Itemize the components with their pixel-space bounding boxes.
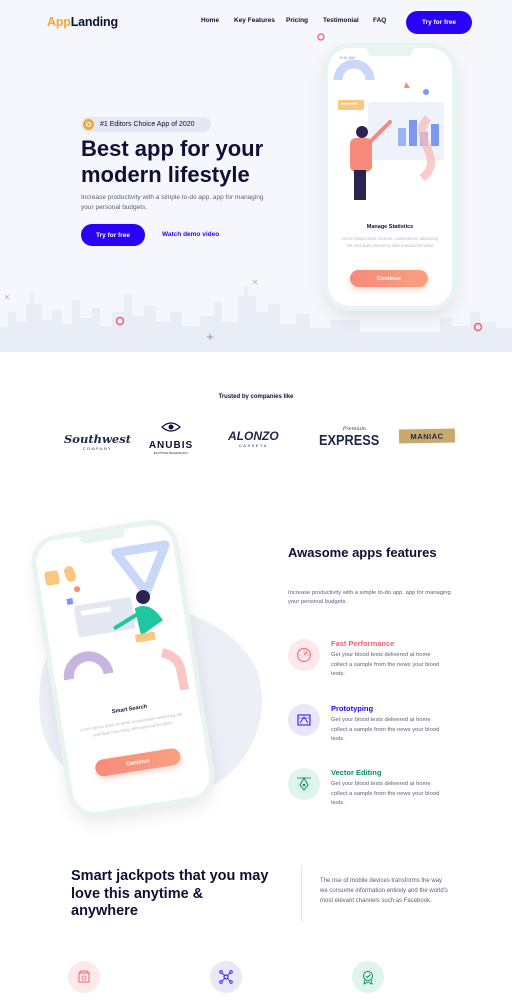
editors-choice-badge: #1 Editors Choice App of 2020: [81, 117, 211, 132]
brand-logo-maniac: MANIAC: [398, 428, 456, 444]
shop-icon: [68, 961, 100, 993]
brand-name: Southwest: [64, 432, 132, 446]
brand-logo-anubis: ANUBIS EGYPTIAN TECHNOLOGY: [148, 420, 194, 455]
feature-text: Get your blood tests delivered at home c…: [331, 717, 440, 742]
brand-sub: COMPANY: [82, 447, 113, 451]
brand-sub: CASSETA: [238, 443, 268, 448]
eye-icon: [161, 422, 181, 432]
feature-fast-performance: Fast Performance Get your blood tests de…: [288, 639, 468, 689]
jackpots-text: The rise of mobile devices transforms th…: [320, 878, 448, 904]
phone-screen-title: Manage Statistics: [366, 224, 414, 230]
brand-logo-express: Premium EXPRESS: [319, 426, 390, 449]
watch-demo-link[interactable]: Watch demo video: [162, 231, 219, 238]
badge-text: #1 Editors Choice App of 2020: [100, 121, 195, 128]
phone-screen-text: Lorem ipsum dolor sit amet, consectetuer…: [341, 236, 439, 248]
feature-text: Get your blood tests delivered at home c…: [331, 652, 440, 677]
hero-description: Increase productivity with a simple to-d…: [81, 194, 264, 211]
blueprint-icon: [288, 704, 320, 736]
hero-try-free-button[interactable]: Try for free: [81, 224, 145, 246]
search-illustration: [44, 540, 194, 702]
trusted-title: Trusted by companies like: [218, 394, 294, 400]
brand-name: ALONZO: [228, 429, 279, 443]
feature-vector-editing: Vector Editing Get your blood tests deli…: [288, 768, 468, 818]
pen-tool-icon: [288, 768, 320, 800]
feature-title: Vector Editing: [331, 768, 382, 777]
feature-text: Get your blood tests delivered at home c…: [331, 781, 440, 806]
phone-continue-button[interactable]: Continue: [350, 270, 428, 287]
award-icon: [83, 119, 94, 130]
statistics-illustration: [333, 59, 444, 200]
hero-title: Best app for your modern lifestyle: [81, 136, 264, 187]
brand-logo-alonzo: ALONZO CASSETA: [228, 429, 279, 448]
phone-notch: [367, 48, 413, 56]
vertical-divider: [301, 866, 302, 922]
feature-title: Prototyping: [331, 704, 374, 713]
decorative-capsule: [64, 566, 77, 582]
features-description: Increase productivity with a simple to-d…: [288, 590, 451, 605]
feature-prototyping: Prototyping Get your blood tests deliver…: [288, 704, 468, 754]
hero-phone-mockup: 9:41 AM Manage Statistics Lorem ipsum do…: [328, 48, 452, 306]
brand-name: EXPRESS: [319, 432, 380, 449]
network-icon: [210, 961, 242, 993]
hero-section: AppLanding Home Key Features Pricing Tes…: [0, 0, 512, 352]
speedometer-icon: [288, 639, 320, 671]
brand-logo-southwest: Southwest COMPANY: [64, 430, 131, 451]
brand-sub: EGYPTIAN TECHNOLOGY: [153, 451, 189, 455]
feature-title: Fast Performance: [331, 639, 395, 648]
brand-name: ANUBIS: [148, 440, 194, 451]
features-title: Awasome apps features: [288, 545, 437, 560]
jackpots-title: Smart jackpots that you may love this an…: [71, 868, 269, 919]
phone-continue-button[interactable]: Continue: [94, 747, 182, 778]
award-ribbon-icon: [352, 961, 384, 993]
